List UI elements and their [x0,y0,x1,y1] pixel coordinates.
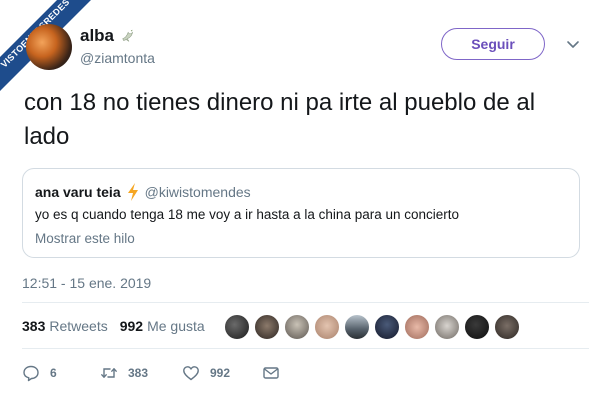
retweet-count: 383 [128,366,149,380]
liker-avatar[interactable] [434,314,460,340]
liker-avatar[interactable] [374,314,400,340]
retweets-label[interactable]: Retweets [49,318,107,334]
author-handle[interactable]: @ziamtonta [80,50,155,66]
dove-icon [122,29,134,42]
liker-avatar[interactable] [314,314,340,340]
liker-avatar[interactable] [494,314,520,340]
liker-avatar[interactable] [284,314,310,340]
author-name[interactable]: alba [80,26,114,46]
liker-avatar[interactable] [344,314,370,340]
lightning-icon [127,183,138,201]
tweet-text: con 18 no tienes dinero ni pa irte al pu… [24,89,536,150]
likes-count[interactable]: 992 [120,318,143,334]
follow-button[interactable]: Seguir [441,28,545,60]
retweet-icon[interactable] [100,364,118,382]
liker-avatar[interactable] [464,314,490,340]
reply-count: 6 [50,366,57,380]
action-bar: 6 383 992 [22,364,280,382]
quoted-author-row: ana varu teia @kiwistomendes [35,183,251,201]
quoted-author-name: ana varu teia [35,184,121,200]
retweet-action[interactable]: 383 [100,364,182,382]
divider-top [22,302,589,303]
divider-bottom [22,348,589,349]
reply-icon[interactable] [22,364,40,382]
quoted-text: yo es q cuando tenga 18 me voy a ir hast… [35,207,460,222]
engagement-stats: 383 Retweets 992 Me gusta [22,318,217,334]
tweet-timestamp[interactable]: 12:51 - 15 ene. 2019 [22,275,151,291]
liker-avatar[interactable] [224,314,250,340]
liker-avatar[interactable] [254,314,280,340]
chevron-down-icon[interactable] [566,38,580,52]
quoted-author-handle: @kiwistomendes [144,184,251,200]
mail-icon[interactable] [262,364,280,382]
liker-avatar[interactable] [404,314,430,340]
like-action[interactable]: 992 [182,364,262,382]
likers-avatars [224,314,520,340]
like-count: 992 [210,366,231,380]
author-avatar[interactable] [26,24,72,70]
heart-icon[interactable] [182,364,200,382]
message-action[interactable] [262,364,280,382]
reply-action[interactable]: 6 [22,364,100,382]
author-name-row: alba [80,26,138,46]
show-thread-link[interactable]: Mostrar este hilo [35,231,135,246]
quoted-tweet[interactable]: ana varu teia @kiwistomendes yo es q cua… [22,168,580,258]
tweet-card: VISTOENLASREDES .com alba @ziamtonta Seg… [0,0,611,411]
retweets-count[interactable]: 383 [22,318,45,334]
likes-label[interactable]: Me gusta [147,318,205,334]
